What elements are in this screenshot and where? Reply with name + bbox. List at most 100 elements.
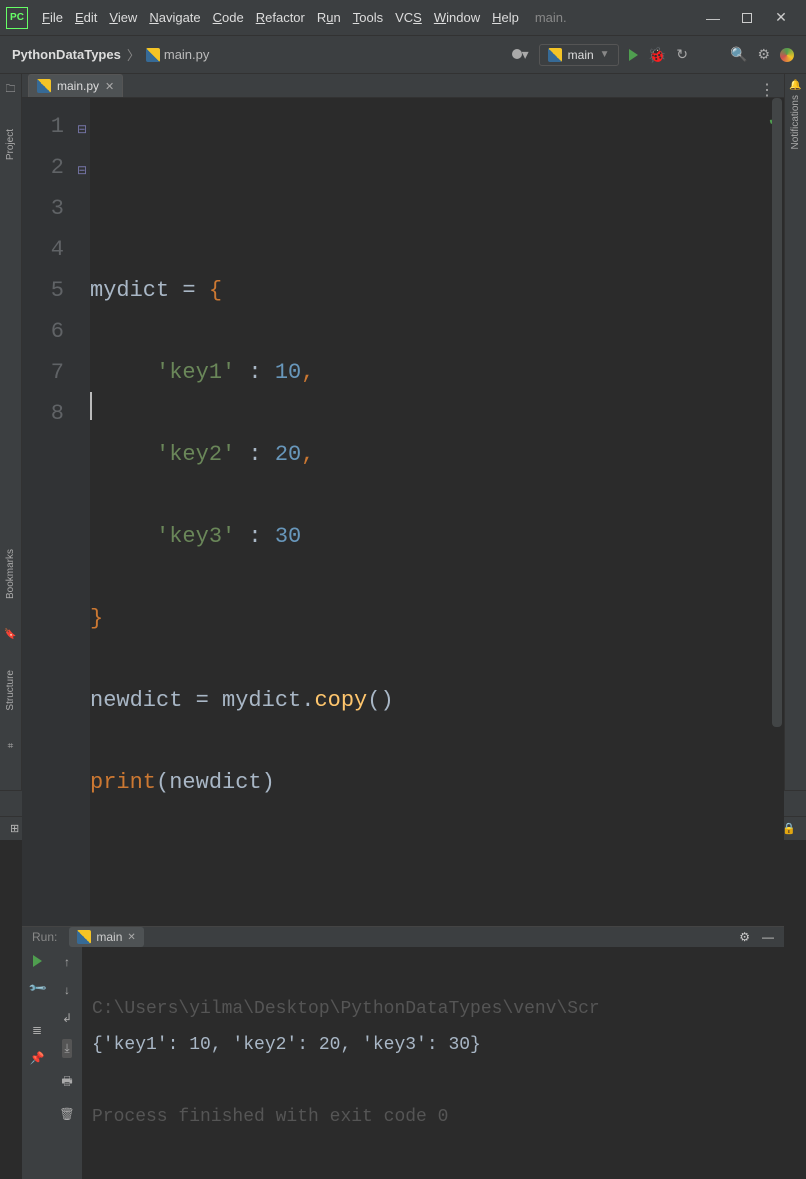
code-token: 10 <box>275 360 301 385</box>
breadcrumb-file[interactable]: main.py <box>146 47 210 62</box>
code-token: , <box>301 360 314 385</box>
code-token: , <box>301 442 314 467</box>
dump-threads-icon[interactable]: ≣ <box>32 1023 42 1037</box>
structure-tool-icon[interactable]: ⌗ <box>8 741 14 752</box>
readonly-lock-icon[interactable]: 🔒 <box>782 822 796 835</box>
notifications-icon[interactable]: 🔔 <box>789 80 801 91</box>
code-token: copy <box>314 688 367 713</box>
python-file-icon <box>77 930 91 944</box>
pin-icon[interactable]: 📌 <box>30 1051 45 1065</box>
down-icon[interactable]: ↓ <box>64 983 70 997</box>
breadcrumb-project[interactable]: PythonDataTypes <box>12 47 121 62</box>
code-token: 30 <box>275 524 301 549</box>
editor-tabbar: main.py ✕ ⋮ <box>22 74 784 98</box>
line-number: 2 <box>22 147 64 188</box>
menu-code[interactable]: Code <box>213 10 244 25</box>
menu-view[interactable]: View <box>109 10 137 25</box>
code-token: () <box>367 688 393 713</box>
menu-help[interactable]: Help <box>492 10 519 25</box>
line-number: 7 <box>22 352 64 393</box>
code-token: : <box>235 524 275 549</box>
title-filename: main. <box>519 10 706 25</box>
menu-refactor[interactable]: Refactor <box>256 10 305 25</box>
project-tool-icon[interactable]: 🗀 <box>6 82 16 99</box>
code-editor[interactable]: 1 2 3 4 5 6 7 8 ⊟ ⊟ ✔ mydict = { 'key1' … <box>22 98 784 926</box>
run-config-selector[interactable]: main ▼ <box>539 44 619 66</box>
code-token: = <box>182 278 208 303</box>
clear-icon[interactable]: 🗑 <box>59 1107 74 1121</box>
bookmarks-tool-icon[interactable]: 🔖 <box>4 629 16 640</box>
code-indent <box>90 360 156 385</box>
code-token: (newdict) <box>156 770 275 795</box>
editor-scrollbar[interactable] <box>772 98 782 727</box>
editor-tab-main[interactable]: main.py ✕ <box>28 74 123 97</box>
code-area[interactable]: ✔ mydict = { 'key1' : 10, 'key2' : 20, '… <box>90 98 784 926</box>
bookmarks-tool-button[interactable]: Bookmarks <box>5 549 16 599</box>
rerun-button[interactable] <box>33 955 42 967</box>
fold-open-icon[interactable]: ⊟ <box>74 110 90 151</box>
caret <box>90 392 92 420</box>
line-number: 5 <box>22 270 64 311</box>
minimize-button[interactable]: — <box>706 10 720 26</box>
close-button[interactable]: ✕ <box>774 9 788 26</box>
toolwindow-quick-icon[interactable]: ⊞ <box>10 822 19 835</box>
breadcrumb: PythonDataTypes 〉 main.py <box>12 45 209 64</box>
structure-tool-button[interactable]: Structure <box>5 670 16 711</box>
coverage-button[interactable]: ↻ <box>676 46 688 63</box>
notifications-tool-button[interactable]: Notifications <box>790 95 801 149</box>
pycharm-logo: PC <box>6 7 28 29</box>
run-settings-icon[interactable]: ⚙ <box>739 930 750 944</box>
breadcrumb-file-label: main.py <box>164 47 210 62</box>
menu-file[interactable]: File <box>42 10 63 25</box>
edit-config-icon[interactable]: 🔧 <box>27 978 47 998</box>
output-line: Process finished with exit code 0 <box>92 1107 448 1127</box>
run-tab[interactable]: main ✕ <box>69 927 143 947</box>
maximize-button[interactable] <box>740 10 754 26</box>
line-number: 4 <box>22 229 64 270</box>
user-icon[interactable]: ▾ <box>512 46 529 63</box>
code-token: } <box>90 606 103 631</box>
scroll-to-end-icon[interactable]: ⤓ <box>62 1039 71 1058</box>
code-token: 'key2' <box>156 442 235 467</box>
main-menu: File Edit View Navigate Code Refactor Ru… <box>42 10 519 25</box>
close-tab-icon[interactable]: ✕ <box>105 80 114 93</box>
close-icon[interactable]: ✕ <box>127 932 135 943</box>
line-number: 6 <box>22 311 64 352</box>
fold-column: ⊟ ⊟ <box>74 98 90 926</box>
search-icon[interactable]: 🔍 <box>730 46 747 63</box>
codewithme-icon[interactable] <box>780 48 794 62</box>
run-output[interactable]: C:\Users\yilma\Desktop\PythonDataTypes\v… <box>82 947 784 1179</box>
menu-window[interactable]: Window <box>434 10 480 25</box>
menu-edit[interactable]: Edit <box>75 10 97 25</box>
up-icon[interactable]: ↑ <box>64 955 70 969</box>
run-toolbar-col2: ↑ ↓ ↲ ⤓ 🖶 🗑 <box>52 947 82 1179</box>
code-token: = mydict. <box>196 688 315 713</box>
print-icon[interactable]: 🖶 <box>61 1072 72 1093</box>
softwrap-icon[interactable]: ↲ <box>62 1011 72 1025</box>
window-controls: — ✕ <box>706 9 800 26</box>
editor-tabs-menu-icon[interactable]: ⋮ <box>759 80 776 100</box>
navbar: PythonDataTypes 〉 main.py ▾ main ▼ 🐞 ↻ 🔍… <box>0 36 806 74</box>
gutter: 1 2 3 4 5 6 7 8 <box>22 98 74 926</box>
run-toolwindow: Run: main ✕ ⚙ — 🔧 ≣ 📌 <box>22 926 784 1178</box>
toolbar: ▾ main ▼ 🐞 ↻ 🔍 ⚙ <box>512 44 794 66</box>
code-token: { <box>209 278 222 303</box>
menu-navigate[interactable]: Navigate <box>149 10 200 25</box>
settings-icon[interactable]: ⚙ <box>757 46 770 63</box>
run-toolbar-col1: 🔧 ≣ 📌 <box>22 947 52 1179</box>
menu-vcs[interactable]: VCS <box>395 10 422 25</box>
fold-close-icon[interactable]: ⊟ <box>74 151 90 192</box>
left-tool-rail: 🗀 Project Bookmarks 🔖 Structure ⌗ <box>0 74 22 790</box>
code-indent <box>90 442 156 467</box>
run-button[interactable] <box>629 49 638 61</box>
menu-tools[interactable]: Tools <box>353 10 383 25</box>
titlebar: PC File Edit View Navigate Code Refactor… <box>0 0 806 36</box>
hide-toolwindow-icon[interactable]: — <box>762 930 774 944</box>
project-tool-button[interactable]: Project <box>5 129 16 160</box>
code-token: mydict <box>90 278 182 303</box>
debug-button[interactable]: 🐞 <box>648 46 667 64</box>
editor-tab-label: main.py <box>57 79 99 93</box>
menu-run[interactable]: Run <box>317 10 341 25</box>
python-file-icon <box>146 48 160 62</box>
line-number: 1 <box>22 106 64 147</box>
